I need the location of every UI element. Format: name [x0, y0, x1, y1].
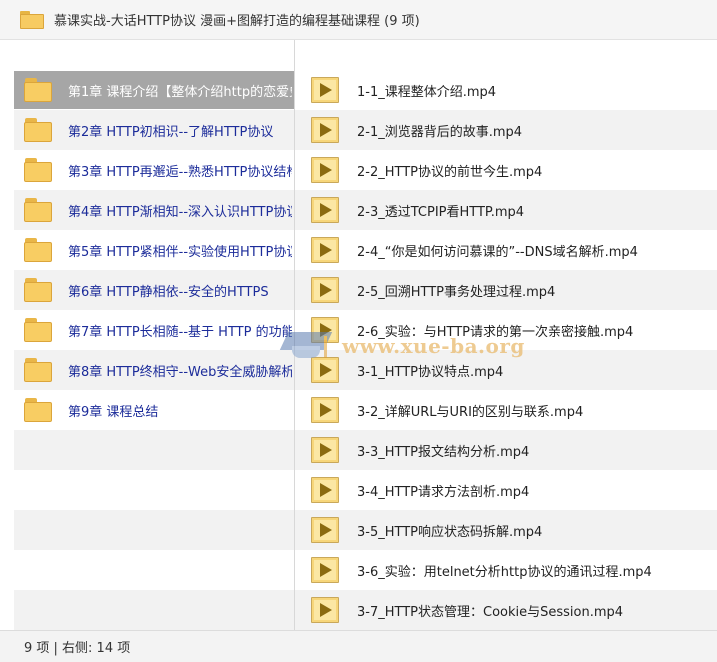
file-item-label: 3-4_HTTP请求方法剖析.mp4 — [357, 484, 530, 500]
video-file-icon — [311, 117, 339, 143]
folder-icon — [24, 278, 52, 302]
folder-item-label: 第4章 HTTP渐相知--深入认识HTTP协议 — [68, 204, 292, 220]
folder-item-label: 第8章 HTTP终相守--Web安全威胁解析 — [68, 364, 292, 380]
video-file-icon — [311, 197, 339, 223]
folder-item-label: 第3章 HTTP再邂逅--熟悉HTTP协议结构 — [68, 164, 292, 180]
folder-item-label: 第7章 HTTP长相随--基于 HTTP 的功能追加 — [68, 324, 292, 340]
folder-item[interactable]: 第4章 HTTP渐相知--深入认识HTTP协议 — [14, 191, 294, 229]
file-item[interactable]: 1-1_课程整体介绍.mp4 — [295, 71, 717, 109]
folder-icon — [24, 238, 52, 262]
video-file-icon — [311, 517, 339, 543]
folder-item[interactable]: 第8章 HTTP终相守--Web安全威胁解析 — [14, 351, 294, 389]
file-item-label: 3-2_详解URL与URI的区别与联系.mp4 — [357, 404, 584, 420]
row-stripe — [14, 430, 294, 470]
file-item[interactable]: 3-4_HTTP请求方法剖析.mp4 — [295, 471, 717, 509]
video-file-icon — [311, 77, 339, 103]
file-item[interactable]: 2-4_“你是如何访问慕课的”--DNS域名解析.mp4 — [295, 231, 717, 269]
folder-icon — [24, 318, 52, 342]
file-list-pane[interactable]: 1-1_课程整体介绍.mp4 2-1_浏览器背后的故事.mp4 2-2_HTTP协议… — [295, 40, 717, 630]
file-item[interactable]: 2-5_回溯HTTP事务处理过程.mp4 — [295, 271, 717, 309]
file-item-label: 1-1_课程整体介绍.mp4 — [357, 84, 497, 100]
folder-item[interactable]: 第9章 课程总结 — [14, 391, 294, 429]
row-stripe — [14, 590, 294, 630]
file-item-label: 3-3_HTTP报文结构分析.mp4 — [357, 444, 530, 460]
folder-item-label: 第1章 课程介绍【整体介绍http的恋爱史】 — [68, 84, 292, 100]
video-file-icon — [311, 597, 339, 623]
folder-item-label: 第2章 HTTP初相识--了解HTTP协议 — [68, 124, 274, 140]
status-bar: 9 项 | 右侧: 14 项 — [0, 630, 717, 662]
file-item[interactable]: 2-2_HTTP协议的前世今生.mp4 — [295, 151, 717, 189]
folder-icon — [24, 358, 52, 382]
folder-icon — [20, 10, 44, 29]
file-item[interactable]: 3-6_实验：用telnet分析http协议的通讯过程.mp4 — [295, 551, 717, 589]
video-file-icon — [311, 477, 339, 503]
file-item[interactable]: 3-7_HTTP状态管理：Cookie与Session.mp4 — [295, 591, 717, 629]
file-item-label: 3-5_HTTP响应状态码拆解.mp4 — [357, 524, 543, 540]
folder-item[interactable]: 第2章 HTTP初相识--了解HTTP协议 — [14, 111, 294, 149]
video-file-icon — [311, 397, 339, 423]
file-item-label: 3-6_实验：用telnet分析http协议的通讯过程.mp4 — [357, 564, 652, 580]
file-item[interactable]: 2-1_浏览器背后的故事.mp4 — [295, 111, 717, 149]
video-file-icon — [311, 277, 339, 303]
folder-item[interactable]: 第5章 HTTP紧相伴--实验使用HTTP协议 — [14, 231, 294, 269]
file-item-label: 2-2_HTTP协议的前世今生.mp4 — [357, 164, 543, 180]
video-file-icon — [311, 437, 339, 463]
video-file-icon — [311, 157, 339, 183]
file-item[interactable]: 3-5_HTTP响应状态码拆解.mp4 — [295, 511, 717, 549]
file-item[interactable]: 2-6_实验：与HTTP请求的第一次亲密接触.mp4 — [295, 311, 717, 349]
file-item[interactable]: 3-2_详解URL与URI的区别与联系.mp4 — [295, 391, 717, 429]
folder-item[interactable]: 第7章 HTTP长相随--基于 HTTP 的功能追加 — [14, 311, 294, 349]
file-item-label: 2-6_实验：与HTTP请求的第一次亲密接触.mp4 — [357, 324, 634, 340]
file-item[interactable]: 2-3_透过TCPIP看HTTP.mp4 — [295, 191, 717, 229]
row-stripe — [14, 510, 294, 550]
folder-item-label: 第9章 课程总结 — [68, 404, 159, 420]
window-title: 慕课实战-大话HTTP协议 漫画+图解打造的编程基础课程 (9 项) — [54, 14, 420, 29]
video-file-icon — [311, 317, 339, 343]
folder-item[interactable]: 第1章 课程介绍【整体介绍http的恋爱史】 — [14, 71, 294, 109]
folder-icon — [24, 398, 52, 422]
file-item-label: 2-3_透过TCPIP看HTTP.mp4 — [357, 204, 525, 220]
file-item[interactable]: 3-3_HTTP报文结构分析.mp4 — [295, 431, 717, 469]
folder-icon — [24, 158, 52, 182]
folder-item[interactable]: 第3章 HTTP再邂逅--熟悉HTTP协议结构 — [14, 151, 294, 189]
video-file-icon — [311, 557, 339, 583]
file-item-label: 2-4_“你是如何访问慕课的”--DNS域名解析.mp4 — [357, 244, 638, 260]
video-file-icon — [311, 357, 339, 383]
file-item-label: 2-1_浏览器背后的故事.mp4 — [357, 124, 523, 140]
file-item-label: 3-1_HTTP协议特点.mp4 — [357, 364, 504, 380]
video-file-icon — [311, 237, 339, 263]
file-item-label: 3-7_HTTP状态管理：Cookie与Session.mp4 — [357, 604, 624, 620]
folder-item[interactable]: 第6章 HTTP静相依--安全的HTTPS — [14, 271, 294, 309]
folder-item-label: 第5章 HTTP紧相伴--实验使用HTTP协议 — [68, 244, 292, 260]
folder-list-pane[interactable]: 第1章 课程介绍【整体介绍http的恋爱史】 第2章 HTTP初相识--了解HTT… — [14, 40, 294, 630]
file-item[interactable]: 3-1_HTTP协议特点.mp4 — [295, 351, 717, 389]
folder-icon — [24, 198, 52, 222]
status-text: 9 项 | 右侧: 14 项 — [24, 641, 131, 656]
folder-icon — [24, 78, 52, 102]
folder-item-label: 第6章 HTTP静相依--安全的HTTPS — [68, 284, 269, 300]
folder-icon — [24, 118, 52, 142]
file-item-label: 2-5_回溯HTTP事务处理过程.mp4 — [357, 284, 556, 300]
title-bar: 慕课实战-大话HTTP协议 漫画+图解打造的编程基础课程 (9 项) — [0, 0, 717, 40]
